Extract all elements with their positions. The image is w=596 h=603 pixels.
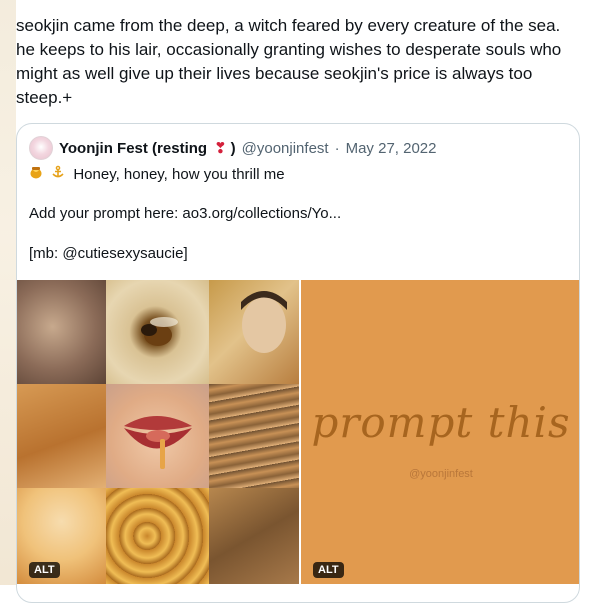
quoted-tweet-header: Yoonjin Fest (resting ❣ ) @yoonjinfest ·…	[29, 136, 437, 160]
collage-tile-honey	[17, 384, 106, 488]
prompt-title: prompt this	[311, 398, 571, 447]
author-handle[interactable]: @yoonjinfest	[242, 140, 329, 157]
author-name-suffix: )	[230, 139, 236, 157]
collage-tile-honeycomb	[106, 488, 209, 584]
alt-badge-left[interactable]: ALT	[29, 562, 60, 578]
avatar[interactable]	[29, 136, 53, 160]
collage-tile-hands	[17, 280, 106, 384]
quote-line-3: [mb: @cutiesexysaucie]	[29, 245, 188, 262]
alt-badge-right[interactable]: ALT	[313, 562, 344, 578]
collage-tile-jar	[209, 488, 299, 584]
tweet-text: seokjin came from the deep, a witch fear…	[16, 16, 562, 107]
collage-tile-lips	[106, 384, 209, 488]
heart-exclamation-icon: ❣	[214, 140, 227, 157]
collage-image[interactable]: ALT	[17, 280, 299, 584]
left-edge-blur	[0, 0, 16, 585]
separator: ·	[334, 139, 340, 157]
prompt-this-image[interactable]: prompt this @yoonjinfest ALT	[301, 280, 579, 584]
quote-line-1: Honey, honey, how you thrill me	[29, 164, 285, 185]
prompt-handle: @yoonjinfest	[409, 468, 473, 480]
quote-line-2: Add your prompt here: ao3.org/collection…	[29, 205, 342, 222]
collage-tile-bee	[106, 280, 209, 384]
timestamp[interactable]: May 27, 2022	[346, 140, 437, 157]
collage-tile-portrait	[209, 280, 299, 384]
media-grid: ALT prompt this @yoonjinfest ALT	[17, 280, 579, 584]
anchor-icon	[51, 164, 65, 184]
author-name[interactable]: Yoonjin Fest (resting	[59, 140, 207, 157]
honey-pot-icon	[29, 164, 43, 184]
quoted-tweet[interactable]: Yoonjin Fest (resting ❣ ) @yoonjinfest ·…	[16, 123, 580, 603]
collage-tile-sea	[209, 384, 299, 488]
